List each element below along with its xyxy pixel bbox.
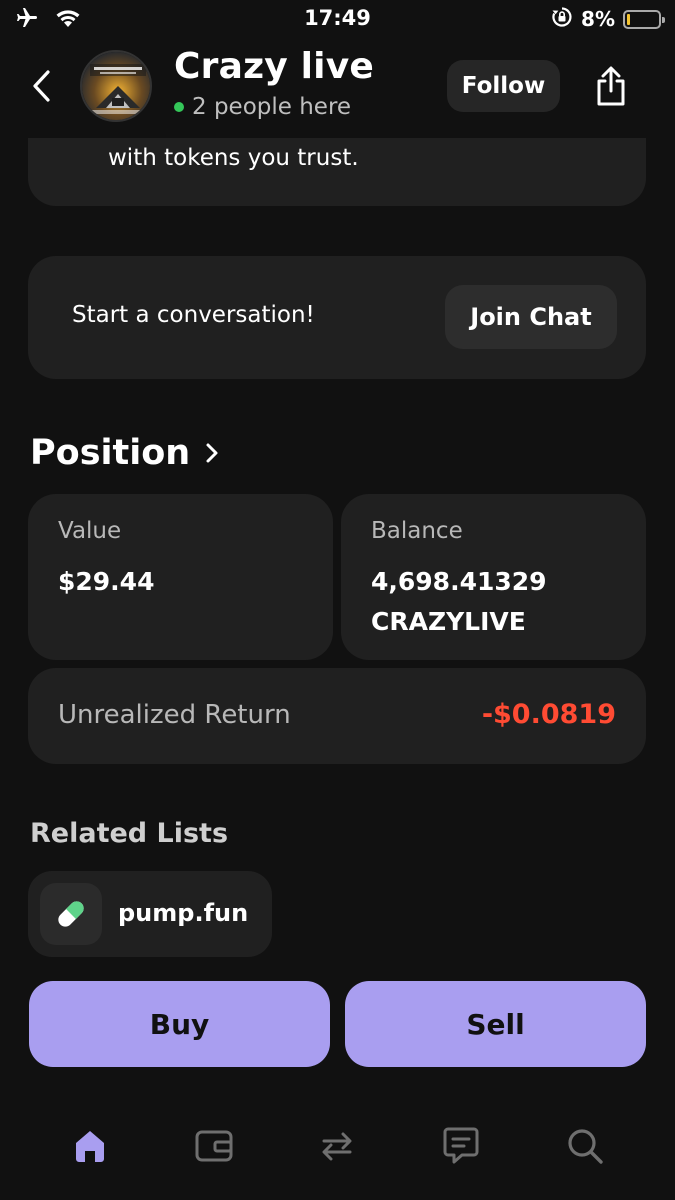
about-text: with tokens you trust. bbox=[108, 145, 359, 171]
token-logo-image bbox=[82, 52, 150, 120]
unrealized-return-value: -$0.0819 bbox=[481, 699, 616, 730]
orientation-lock-icon bbox=[551, 6, 573, 32]
balance-amount: 4,698.41329 bbox=[371, 567, 547, 596]
balance-value: 4,698.41329 CRAZYLIVE bbox=[371, 562, 547, 642]
chat-icon bbox=[443, 1127, 479, 1164]
search-icon bbox=[568, 1129, 603, 1164]
token-screen: 17:49 8% Crazy live 2 people here Follow… bbox=[0, 0, 675, 1200]
related-list-item[interactable]: pump.fun bbox=[28, 871, 272, 957]
value-amount: $29.44 bbox=[58, 567, 155, 596]
wallet-icon bbox=[195, 1130, 233, 1162]
online-status-dot bbox=[174, 102, 184, 112]
balance-symbol: CRAZYLIVE bbox=[371, 607, 526, 636]
position-header[interactable]: Position bbox=[30, 433, 220, 473]
battery-fill bbox=[627, 13, 630, 25]
nav-swap[interactable] bbox=[313, 1122, 361, 1170]
battery-cap bbox=[662, 16, 665, 23]
bottom-nav bbox=[0, 1100, 675, 1200]
value-card: Value $29.44 bbox=[28, 494, 333, 660]
presence-text: 2 people here bbox=[192, 94, 352, 120]
nav-search[interactable] bbox=[561, 1122, 609, 1170]
chevron-right-icon bbox=[206, 443, 218, 463]
status-bar: 17:49 8% bbox=[0, 0, 675, 40]
header: Crazy live 2 people here Follow bbox=[0, 40, 675, 138]
buy-button[interactable]: Buy bbox=[29, 981, 330, 1067]
share-icon bbox=[597, 66, 625, 106]
avatar[interactable] bbox=[80, 50, 152, 122]
nav-chat[interactable] bbox=[437, 1122, 485, 1170]
status-right: 8% bbox=[551, 6, 665, 32]
related-lists-title: Related Lists bbox=[30, 818, 229, 849]
conversation-card: Start a conversation! Join Chat bbox=[28, 256, 646, 379]
share-button[interactable] bbox=[588, 62, 634, 110]
nav-wallet[interactable] bbox=[190, 1122, 238, 1170]
pill-icon bbox=[40, 883, 102, 945]
home-icon bbox=[76, 1131, 104, 1162]
battery-icon bbox=[623, 9, 665, 29]
sell-button[interactable]: Sell bbox=[345, 981, 646, 1067]
back-button[interactable] bbox=[26, 66, 58, 106]
unrealized-return-label: Unrealized Return bbox=[58, 700, 291, 730]
position-title: Position bbox=[30, 433, 191, 473]
presence-indicator: 2 people here bbox=[174, 94, 351, 120]
conversation-prompt: Start a conversation! bbox=[72, 302, 315, 328]
chevron-left-icon bbox=[33, 70, 50, 102]
follow-button[interactable]: Follow bbox=[447, 60, 560, 112]
battery-percent: 8% bbox=[581, 7, 615, 31]
balance-label: Balance bbox=[371, 518, 463, 544]
unrealized-return-card: Unrealized Return -$0.0819 bbox=[28, 668, 646, 764]
balance-card: Balance 4,698.41329 CRAZYLIVE bbox=[341, 494, 646, 660]
swap-icon bbox=[322, 1132, 352, 1161]
related-list-name: pump.fun bbox=[118, 899, 249, 927]
page-title: Crazy live bbox=[174, 46, 374, 87]
value-label: Value bbox=[58, 518, 122, 544]
join-chat-button[interactable]: Join Chat bbox=[445, 285, 617, 349]
nav-home[interactable] bbox=[66, 1122, 114, 1170]
